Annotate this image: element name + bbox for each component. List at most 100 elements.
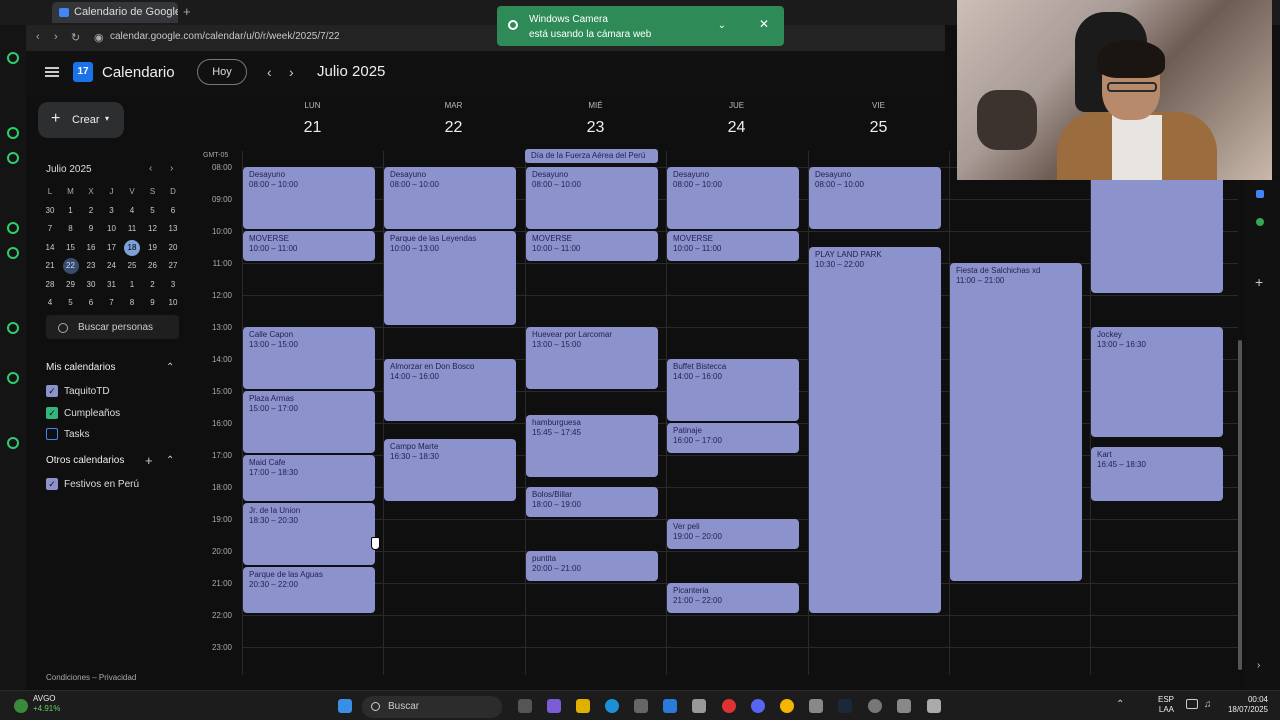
day-number[interactable]: 24 [666, 119, 807, 137]
mini-day[interactable]: 22 [62, 258, 79, 274]
calendar-item[interactable]: ✓ TaquitoTD [46, 385, 110, 399]
settings-icon[interactable] [7, 437, 19, 449]
calendar-event[interactable]: MOVERSE 10:00 – 11:00 [667, 231, 799, 261]
browser-tab[interactable]: Calendario de Google - S [52, 2, 178, 23]
app-icon[interactable] [7, 322, 19, 334]
mini-day[interactable]: 16 [81, 239, 101, 257]
mini-day[interactable]: 2 [81, 202, 101, 220]
steam-icon[interactable] [838, 699, 852, 713]
mini-day[interactable]: 19 [143, 239, 163, 257]
calendar-event[interactable]: Maid Cafe 17:00 – 18:30 [243, 455, 375, 501]
mini-day[interactable]: 30 [81, 276, 101, 294]
settings-icon[interactable] [897, 699, 911, 713]
calendar-event[interactable]: Kart 16:45 – 18:30 [1091, 447, 1223, 501]
create-button[interactable]: + Crear ▾ [38, 102, 124, 138]
mini-day[interactable]: 28 [40, 276, 60, 294]
calendar-event[interactable]: Desayuno 08:00 – 10:00 [384, 167, 516, 229]
mini-prev-icon[interactable]: ‹ [149, 163, 152, 174]
store-icon[interactable] [634, 699, 648, 713]
language-indicator[interactable]: ESP LAA [1158, 695, 1174, 715]
edge-icon[interactable] [605, 699, 619, 713]
expand-icon[interactable]: › [1257, 660, 1260, 671]
checkbox-icon[interactable] [46, 428, 58, 440]
add-addon-icon[interactable]: + [1255, 274, 1263, 290]
calendar-event[interactable]: Desayuno 08:00 – 10:00 [809, 167, 941, 229]
calendar-item[interactable]: Tasks [46, 428, 90, 442]
calendar-item[interactable]: ✓ Cumpleaños [46, 406, 120, 421]
add-calendar-icon[interactable]: + [145, 453, 153, 468]
mini-day[interactable]: 31 [102, 276, 122, 294]
mini-day[interactable]: 9 [81, 220, 101, 238]
mini-day[interactable]: 29 [61, 276, 81, 294]
url-field[interactable]: calendar.google.com/calendar/u/0/r/week/… [110, 31, 340, 42]
mini-day[interactable]: 30 [40, 202, 60, 220]
tray-expand-icon[interactable]: ⌃ [1116, 699, 1124, 710]
calendar-event[interactable]: Jr. de la Union 18:30 – 20:30 [243, 503, 375, 565]
chrome-icon[interactable] [780, 699, 794, 713]
back-icon[interactable]: ‹ [36, 31, 40, 43]
calendar-event[interactable]: Huevear por Larcomar 13:00 – 15:00 [526, 327, 658, 389]
next-week-icon[interactable]: › [289, 64, 294, 80]
mini-day[interactable]: 6 [163, 202, 183, 220]
calendar-event[interactable]: Ver peli 19:00 – 20:00 [667, 519, 799, 549]
mini-day[interactable]: 17 [102, 239, 122, 257]
weather-icon[interactable] [14, 699, 28, 713]
volume-icon[interactable]: ♫ [1204, 699, 1212, 710]
search-people-input[interactable]: Buscar personas [46, 315, 179, 339]
mini-day[interactable]: 1 [122, 276, 142, 294]
mini-day[interactable]: 1 [61, 202, 81, 220]
mini-day[interactable]: 3 [102, 202, 122, 220]
app-icon[interactable] [692, 699, 706, 713]
mini-day[interactable]: 15 [61, 239, 81, 257]
mini-day[interactable]: 4 [122, 202, 142, 220]
mini-day[interactable]: 10 [102, 220, 122, 238]
windows-start-icon[interactable] [338, 699, 352, 713]
task-view-icon[interactable] [518, 699, 532, 713]
today-button[interactable]: Hoy [197, 59, 247, 85]
mini-day[interactable]: 7 [40, 220, 60, 238]
day-number[interactable]: 21 [242, 119, 383, 137]
whatsapp-icon[interactable] [7, 127, 19, 139]
mini-day[interactable]: 8 [61, 220, 81, 238]
whatsapp-icon[interactable] [7, 222, 19, 234]
calendar-event[interactable]: MOVERSE 10:00 – 11:00 [243, 231, 375, 261]
clock[interactable]: 00:04 18/07/2025 [1218, 695, 1268, 715]
calendar-event[interactable]: Plaza Armas 15:00 – 17:00 [243, 391, 375, 453]
collapse-icon[interactable]: ⌃ [166, 362, 174, 373]
discord-icon[interactable] [751, 699, 765, 713]
calendar-event[interactable]: PLAY LAND PARK 10:30 – 22:00 [809, 247, 941, 613]
mini-day[interactable]: 3 [163, 276, 183, 294]
app-icon[interactable] [868, 699, 882, 713]
mini-day[interactable]: 5 [61, 294, 81, 312]
main-menu-icon[interactable] [45, 67, 59, 77]
mini-day[interactable]: 9 [143, 294, 163, 312]
camera-notification[interactable]: Windows Camera está usando la cámara web… [497, 6, 784, 46]
day-number[interactable]: 22 [383, 119, 524, 137]
mini-day[interactable]: 12 [143, 220, 163, 238]
new-tab-icon[interactable]: + [183, 4, 191, 19]
mini-day[interactable]: 26 [143, 257, 163, 275]
mini-day[interactable]: 20 [163, 239, 183, 257]
instagram-icon[interactable] [7, 247, 19, 259]
mini-day[interactable]: 10 [163, 294, 183, 312]
calendar-event[interactable]: Patinaje 16:00 – 17:00 [667, 423, 799, 453]
checkbox-icon[interactable]: ✓ [46, 478, 58, 490]
mini-day[interactable]: 2 [143, 276, 163, 294]
mini-day[interactable]: 5 [143, 202, 163, 220]
opera-icon[interactable] [722, 699, 736, 713]
calendar-event[interactable]: hamburguesa 15:45 – 17:45 [526, 415, 658, 477]
all-day-event[interactable]: Día de la Fuerza Aérea del Perú [525, 149, 658, 163]
close-icon[interactable]: ✕ [759, 17, 769, 32]
file-explorer-icon[interactable] [576, 699, 590, 713]
reload-icon[interactable]: ↻ [71, 31, 80, 44]
calendar-event[interactable]: Parque de las Leyendas 10:00 – 13:00 [384, 231, 516, 325]
day-number[interactable]: 25 [808, 119, 949, 137]
forward-icon[interactable]: › [54, 31, 58, 43]
calendar-item[interactable]: ✓ Festivos en Perú [46, 478, 139, 492]
calendar-event[interactable]: Buffet Bistecca 14:00 – 16:00 [667, 359, 799, 421]
calendar-event[interactable]: Jockey 13:00 – 16:30 [1091, 327, 1223, 437]
mini-day[interactable]: 6 [81, 294, 101, 312]
calendar-event[interactable]: Almorzar en Don Bosco 14:00 – 16:00 [384, 359, 516, 421]
calendar-event[interactable]: Bolos/Billar 18:00 – 19:00 [526, 487, 658, 517]
app-icon[interactable] [663, 699, 677, 713]
